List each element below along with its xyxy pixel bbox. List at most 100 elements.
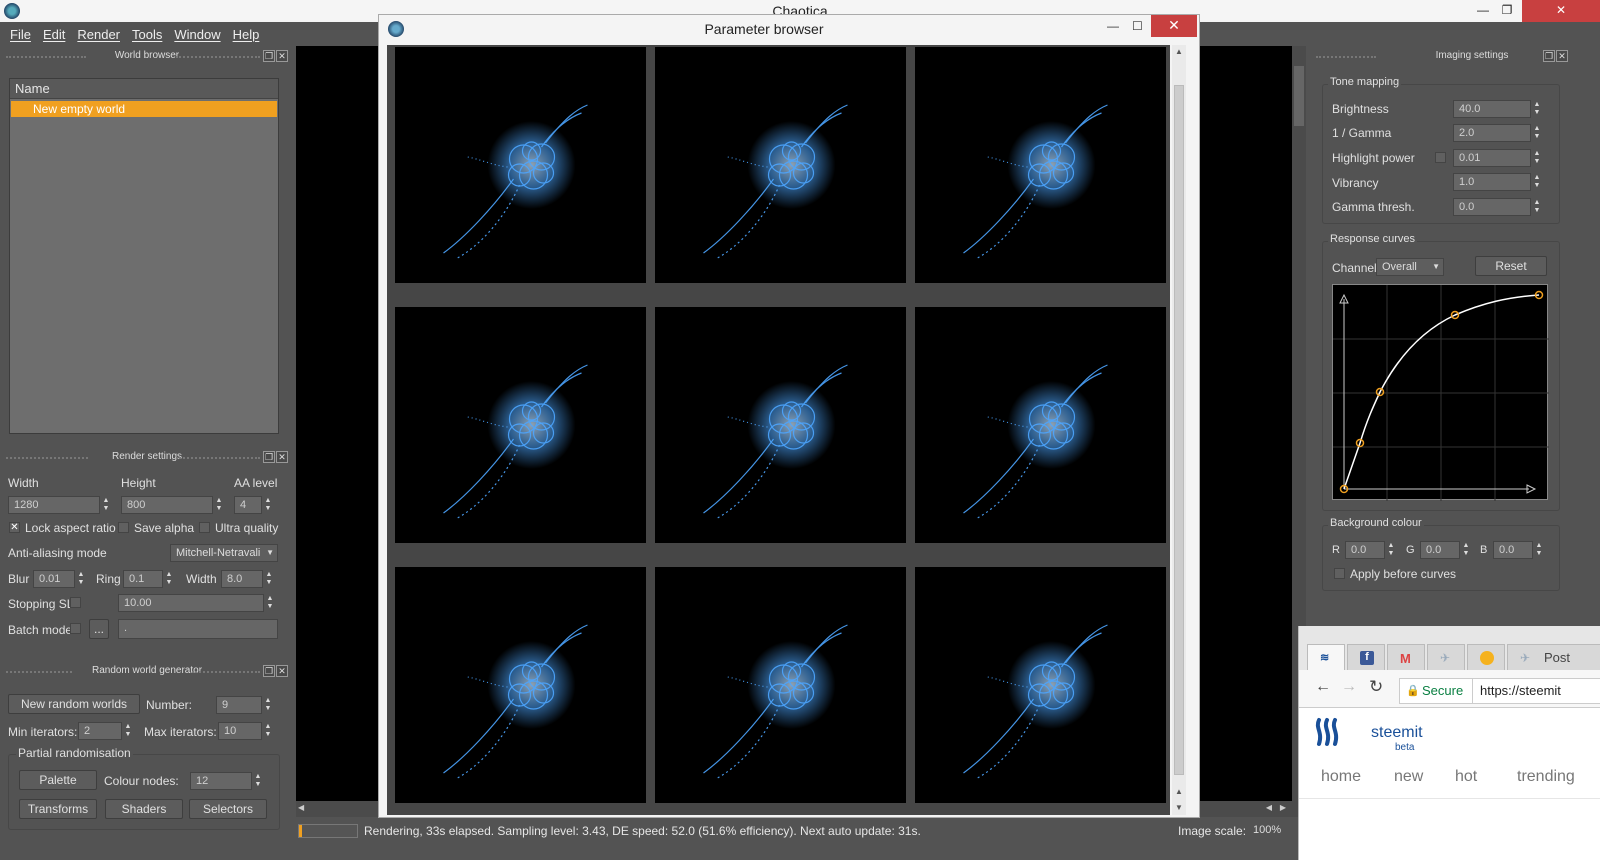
parameter-browser-scrollbar[interactable]: ▲ ▲ ▼ <box>1172 45 1186 815</box>
close-icon[interactable]: ✕ <box>276 50 288 62</box>
spin-arrows-icon[interactable]: ▲ ▼ <box>163 571 175 587</box>
transforms-button[interactable]: Transforms <box>19 799 97 819</box>
close-icon[interactable]: ✕ <box>276 665 288 677</box>
r-input[interactable]: 0.0 ▲ ▼ <box>1345 541 1394 559</box>
apply-before-curves-checkbox[interactable] <box>1334 568 1345 579</box>
scroll-left-icon[interactable]: ◀ <box>1266 803 1272 812</box>
maximize-icon[interactable]: ☐ <box>1132 19 1143 33</box>
float-icon[interactable]: ❐ <box>263 50 275 62</box>
nav-hot[interactable]: hot <box>1455 768 1477 786</box>
spin-arrows-icon[interactable]: ▲ ▼ <box>263 571 275 587</box>
save-alpha-checkbox[interactable] <box>118 522 129 533</box>
nav-new[interactable]: new <box>1394 768 1423 786</box>
scroll-up-icon[interactable]: ▲ <box>1172 45 1186 59</box>
shaders-button[interactable]: Shaders <box>105 799 183 819</box>
spin-arrows-icon[interactable]: ▲ ▼ <box>1385 542 1397 558</box>
nav-trending[interactable]: trending <box>1517 768 1575 786</box>
stopping-sl-checkbox[interactable] <box>70 597 81 608</box>
gamma-input[interactable]: 2.0 ▲ ▼ <box>1453 124 1540 142</box>
height-input[interactable]: 800 ▲ ▼ <box>121 496 222 514</box>
tab-gmail[interactable]: M <box>1387 644 1425 670</box>
channel-select[interactable]: Overall ▼ <box>1376 258 1444 276</box>
float-icon[interactable]: ❐ <box>263 451 275 463</box>
float-icon[interactable]: ❐ <box>263 665 275 677</box>
spin-arrows-icon[interactable]: ▲ ▼ <box>1460 542 1472 558</box>
close-button[interactable]: ✕ <box>1151 15 1197 37</box>
colour-nodes-input[interactable]: 12 ▲ ▼ <box>190 772 261 790</box>
blur-input[interactable]: 0.01 ▲ ▼ <box>33 570 84 588</box>
spin-arrows-icon[interactable]: ▲ ▼ <box>252 773 264 789</box>
menu-help[interactable]: Help <box>233 27 260 42</box>
ultra-quality-checkbox[interactable] <box>199 522 210 533</box>
tab-extension[interactable]: ✈ <box>1427 644 1465 670</box>
menu-tools[interactable]: Tools <box>132 27 162 42</box>
minimize-icon[interactable]: — <box>1107 19 1119 33</box>
tab-post[interactable]: ✈ Post <box>1507 644 1600 670</box>
g-input[interactable]: 0.0 ▲ ▼ <box>1420 541 1469 559</box>
thumbnail-7[interactable] <box>395 567 646 803</box>
aa-mode-select[interactable]: Mitchell-Netravali ▼ <box>170 544 278 562</box>
lock-aspect-checkbox[interactable]: ✕ <box>9 522 20 533</box>
response-curve-editor[interactable] <box>1332 284 1549 501</box>
reload-icon[interactable]: ↻ <box>1369 677 1383 697</box>
min-iterators-input[interactable]: 2 ▲ ▼ <box>78 722 131 740</box>
tree-item-world[interactable]: New empty world <box>11 101 277 117</box>
scroll-up-icon[interactable]: ▲ <box>1172 785 1186 799</box>
width-input[interactable]: 1280 ▲ ▼ <box>8 496 109 514</box>
menu-render[interactable]: Render <box>77 27 120 42</box>
close-icon[interactable]: ✕ <box>276 451 288 463</box>
menu-file[interactable]: File <box>10 27 31 42</box>
batch-browse-button[interactable]: ... <box>89 619 109 639</box>
width2-input[interactable]: 8.0 ▲ ▼ <box>221 570 272 588</box>
address-bar[interactable]: 🔒 Secure https://steemit <box>1399 678 1600 704</box>
menu-window[interactable]: Window <box>174 27 220 42</box>
spin-arrows-icon[interactable]: ▲ ▼ <box>1531 150 1543 166</box>
spin-arrows-icon[interactable]: ▲ ▼ <box>264 595 276 611</box>
spin-arrows-icon[interactable]: ▲ ▼ <box>1531 174 1543 190</box>
thumbnail-8[interactable] <box>655 567 906 803</box>
max-iterators-input[interactable]: 10 ▲ ▼ <box>218 722 271 740</box>
thumbnail-2[interactable] <box>655 47 906 283</box>
tab-facebook[interactable]: f <box>1347 644 1385 670</box>
ring-input[interactable]: 0.1 ▲ ▼ <box>123 570 172 588</box>
batch-path-input[interactable]: . <box>118 619 278 639</box>
highlight-power-checkbox[interactable] <box>1435 152 1446 163</box>
curve-graph[interactable] <box>1333 285 1549 501</box>
tab-coin[interactable] <box>1467 644 1505 670</box>
spin-arrows-icon[interactable]: ▲ ▼ <box>100 497 112 513</box>
tree-column-name[interactable]: Name <box>10 79 278 99</box>
thumbnail-6[interactable] <box>915 307 1166 543</box>
spin-arrows-icon[interactable]: ▲ ▼ <box>1531 101 1543 117</box>
thumbnail-9[interactable] <box>915 567 1166 803</box>
menu-edit[interactable]: Edit <box>43 27 65 42</box>
aa-level-input[interactable]: 4 ▲ ▼ <box>234 496 271 514</box>
close-icon[interactable]: ✕ <box>1556 50 1568 62</box>
image-scale-select[interactable]: 100% <box>1248 822 1298 840</box>
forward-icon[interactable]: → <box>1341 678 1357 696</box>
spin-arrows-icon[interactable]: ▲ ▼ <box>262 697 274 713</box>
world-tree[interactable]: Name New empty world <box>9 78 279 434</box>
close-button[interactable]: ✕ <box>1522 0 1600 22</box>
spin-arrows-icon[interactable]: ▲ ▼ <box>122 723 134 739</box>
new-random-worlds-button[interactable]: New random worlds <box>8 694 140 714</box>
highlight-power-input[interactable]: 0.01 ▲ ▼ <box>1453 149 1540 167</box>
batch-mode-checkbox[interactable] <box>70 623 81 634</box>
number-input[interactable]: 9 ▲ ▼ <box>216 696 271 714</box>
vibrancy-input[interactable]: 1.0 ▲ ▼ <box>1453 173 1540 191</box>
scroll-left-icon[interactable]: ◀ <box>298 803 304 812</box>
scroll-right-icon[interactable]: ▶ <box>1280 803 1286 812</box>
tab-steemit[interactable]: ≋ <box>1307 644 1345 670</box>
scroll-down-icon[interactable]: ▼ <box>1172 801 1186 815</box>
spin-arrows-icon[interactable]: ▲ ▼ <box>213 497 225 513</box>
gamma-thresh-input[interactable]: 0.0 ▲ ▼ <box>1453 198 1540 216</box>
thumbnail-3[interactable] <box>915 47 1166 283</box>
spin-arrows-icon[interactable]: ▲ ▼ <box>262 723 274 739</box>
spin-arrows-icon[interactable]: ▲ ▼ <box>1531 125 1543 141</box>
spin-arrows-icon[interactable]: ▲ ▼ <box>1533 542 1545 558</box>
back-icon[interactable]: ← <box>1315 678 1331 696</box>
thumbnail-1[interactable] <box>395 47 646 283</box>
float-icon[interactable]: ❐ <box>1543 50 1555 62</box>
steemit-brand[interactable]: steemit <box>1371 724 1423 742</box>
scroll-thumb[interactable] <box>1294 66 1304 126</box>
thumbnail-4[interactable] <box>395 307 646 543</box>
